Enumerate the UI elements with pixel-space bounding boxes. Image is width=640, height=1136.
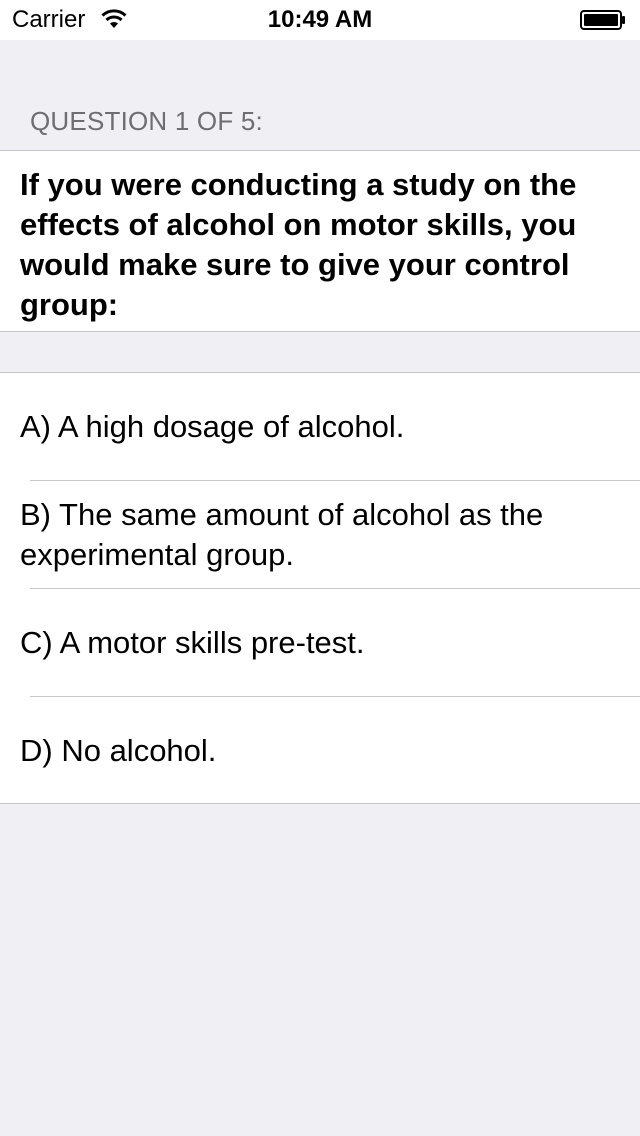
answer-label: D) No alcohol. <box>20 733 217 768</box>
answer-option-b[interactable]: B) The same amount of alcohol as the exp… <box>0 481 640 589</box>
answers-list: A) A high dosage of alcohol. B) The same… <box>0 372 640 804</box>
answer-option-a[interactable]: A) A high dosage of alcohol. <box>0 373 640 481</box>
status-time: 10:49 AM <box>267 6 373 33</box>
answer-label: B) The same amount of alcohol as the exp… <box>20 497 544 572</box>
answer-option-c[interactable]: C) A motor skills pre-test. <box>0 589 640 697</box>
question-counter: QUESTION 1 OF 5: <box>30 106 263 136</box>
battery-icon <box>580 10 625 30</box>
answer-label: A) A high dosage of alcohol. <box>20 409 405 444</box>
question-text: If you were conducting a study on the ef… <box>20 167 577 322</box>
answer-label: C) A motor skills pre-test. <box>20 625 365 660</box>
status-bar: Carrier 10:49 AM <box>0 0 640 40</box>
answer-option-d[interactable]: D) No alcohol. <box>0 697 640 805</box>
question-card: If you were conducting a study on the ef… <box>0 150 640 332</box>
